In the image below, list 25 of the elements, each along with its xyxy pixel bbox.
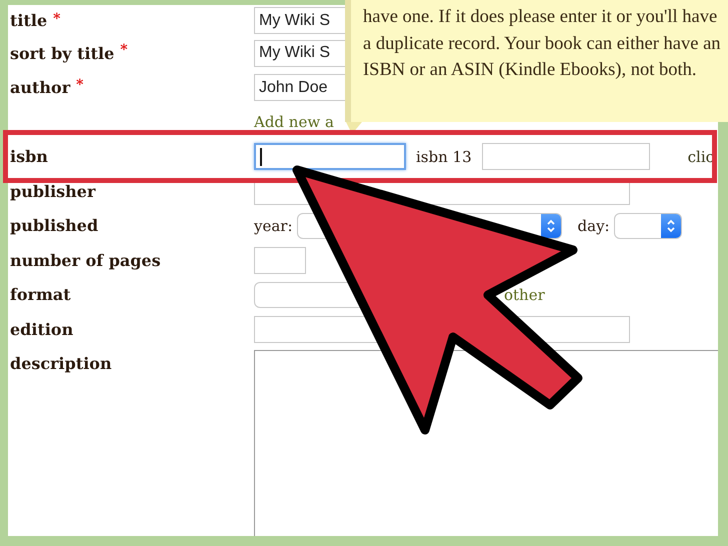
- isbn-13-field[interactable]: [482, 143, 650, 170]
- pages-field[interactable]: [254, 246, 306, 274]
- year-label: year:: [254, 216, 293, 235]
- day-label: day:: [578, 216, 610, 235]
- field-label: format: [10, 285, 71, 304]
- field-label: published: [10, 216, 98, 236]
- required-mark: *: [53, 11, 60, 27]
- stepper-icon: [660, 214, 681, 238]
- other-link[interactable]: other: [504, 286, 545, 304]
- field-label: number of pages: [10, 250, 161, 270]
- field-label: sort by title: [10, 44, 114, 63]
- field-label: edition: [10, 320, 74, 339]
- required-mark: *: [120, 42, 128, 58]
- add-author-link[interactable]: Add new a: [254, 113, 334, 132]
- click-link[interactable]: clic: [688, 148, 714, 166]
- field-label: publisher: [10, 182, 96, 201]
- field-label: description: [10, 354, 112, 372]
- field-label: isbn: [10, 147, 48, 166]
- tooltip-text: have one. If it does please enter it or you'll have a duplicate record. Your book can either have an ISBN or an ASIN (Kindle Ebooks), not both.: [363, 6, 722, 82]
- isbn-13-label: isbn 13: [416, 148, 472, 166]
- day-select[interactable]: [614, 212, 682, 239]
- field-label: author: [10, 78, 70, 98]
- isbn-field[interactable]: [254, 143, 406, 170]
- required-mark: *: [76, 76, 84, 92]
- field-label: title: [10, 11, 48, 30]
